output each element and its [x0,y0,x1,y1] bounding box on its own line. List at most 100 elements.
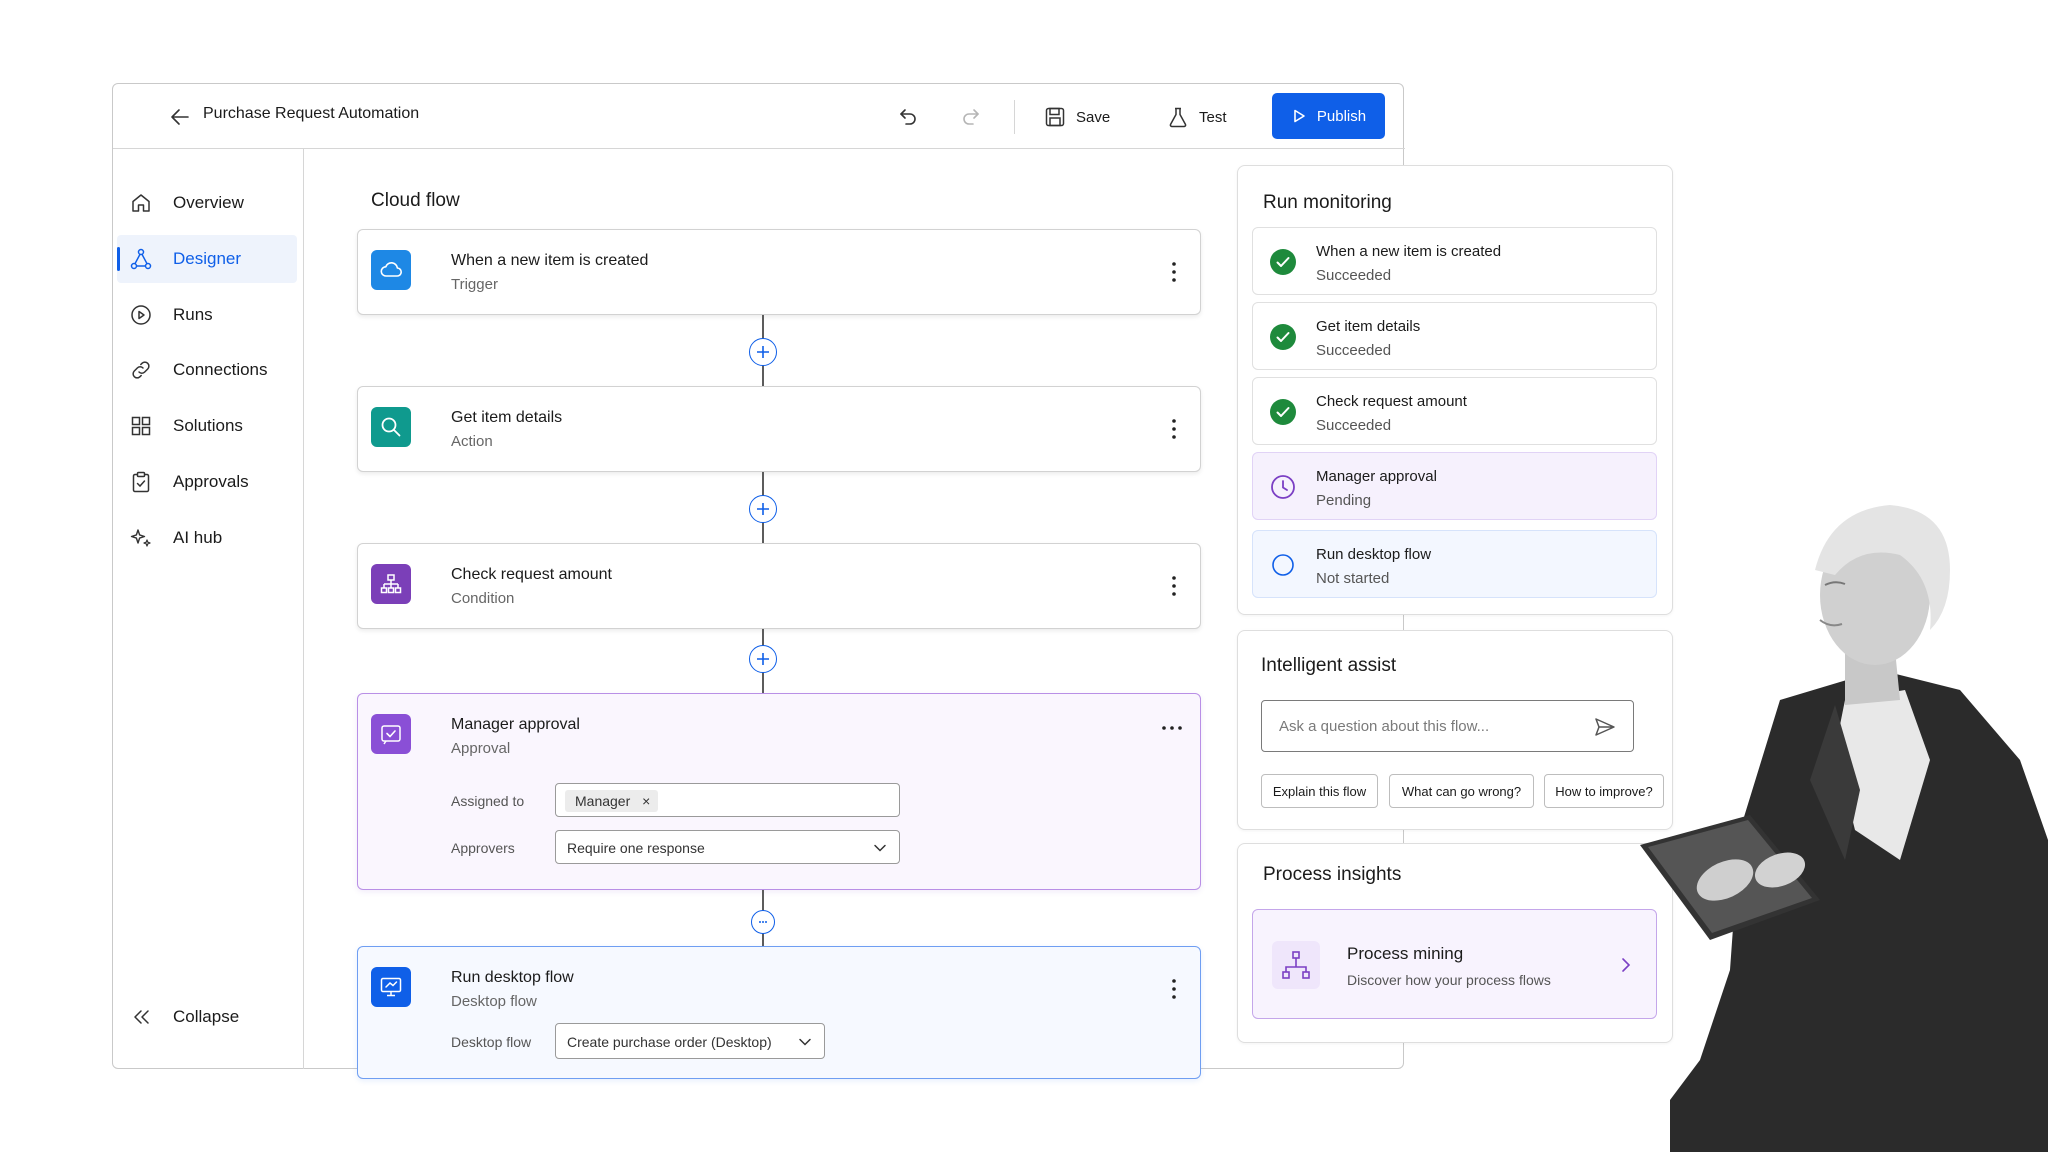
more-vertical-icon[interactable] [1170,417,1178,441]
toolbar-divider [1014,100,1015,134]
sidebar-item-label: Designer [173,249,242,268]
flow-step-desktop[interactable]: Run desktop flow Desktop flow Desktop fl… [357,946,1201,1079]
sidebar-item-ai-hub[interactable]: AI hub [117,514,297,562]
run-row-succeeded[interactable]: Get item details Succeeded [1252,302,1657,370]
undo-icon[interactable] [896,104,920,128]
sparkle-icon [129,526,153,550]
plus-icon [757,346,769,358]
approvers-select[interactable]: Require one response [555,830,900,864]
sidebar-item-label: Runs [173,305,213,324]
assignee-chip: Manager × [565,790,659,812]
run-step-status: Succeeded [1316,267,1392,284]
test-button[interactable]: Test [1167,102,1227,132]
publish-button[interactable]: Publish [1272,93,1385,139]
process-mining-icon [1272,941,1320,989]
approval-icon [371,714,411,754]
flask-icon [1167,106,1189,128]
suggestion-what-can-go-wrong-button[interactable]: What can go wrong? [1389,774,1534,808]
add-step-button[interactable] [749,495,777,523]
flow-step-approval[interactable]: Manager approval Approval Assigned to Ma… [357,693,1201,890]
more-vertical-icon[interactable] [1170,260,1178,284]
process-mining-card[interactable]: Process mining Discover how your process… [1252,909,1657,1019]
sidebar-item-designer[interactable]: Designer [117,235,297,283]
check-circle-icon [1270,249,1296,275]
sidebar-item-label: Approvals [173,472,249,491]
sidebar-item-label: Connections [173,360,268,379]
step-type: Action [451,433,493,450]
process-insights-heading: Process insights [1263,864,1402,885]
sidebar-item-solutions[interactable]: Solutions [117,402,297,450]
assigned-to-label: Assigned to [451,793,525,809]
empty-circle-icon [1270,552,1296,578]
more-vertical-icon[interactable] [1170,977,1178,1001]
test-label: Test [1199,108,1227,126]
desktop-flow-value: Create purchase order (Desktop) [567,1034,772,1050]
cloud-icon [371,250,411,290]
pending-connector-node[interactable] [751,910,775,934]
sidebar-item-label: Solutions [173,416,243,435]
remove-chip-icon[interactable]: × [642,790,650,812]
collapse-button[interactable]: Collapse [117,993,297,1041]
desktop-flow-icon [371,967,411,1007]
flow-step-condition[interactable]: Check request amount Condition [357,543,1201,629]
more-horizontal-icon[interactable] [1160,724,1184,732]
redo-icon[interactable] [959,104,983,128]
run-step-status: Succeeded [1316,342,1392,359]
ask-question-input[interactable]: Ask a question about this flow... [1261,700,1634,752]
sidebar-item-runs[interactable]: Runs [117,291,297,339]
sidebar-item-approvals[interactable]: Approvals [117,458,297,506]
step-type: Desktop flow [451,993,537,1010]
approvers-label: Approvers [451,840,515,856]
publish-label: Publish [1316,107,1367,125]
save-button[interactable]: Save [1044,102,1110,132]
more-vertical-icon[interactable] [1170,574,1178,598]
check-circle-icon [1270,324,1296,350]
plus-icon [757,503,769,515]
desktop-flow-select[interactable]: Create purchase order (Desktop) [555,1023,825,1059]
assigned-to-field[interactable]: Manager × [555,783,900,817]
flow-step-trigger[interactable]: When a new item is created Trigger [357,229,1201,315]
sidebar: Overview Designer Runs Connections Solut… [113,149,304,1069]
step-type: Approval [451,740,511,757]
back-arrow-icon[interactable] [169,106,191,128]
ask-question-placeholder: Ask a question about this flow... [1279,718,1490,735]
step-title: Check request amount [451,566,612,583]
run-monitoring-panel: Run monitoring When a new item is create… [1237,165,1673,615]
condition-icon [371,564,411,604]
save-icon [1044,106,1066,128]
suggestion-explain-button[interactable]: Explain this flow [1261,774,1378,808]
grid-icon [129,414,153,438]
run-row-succeeded[interactable]: When a new item is created Succeeded [1252,227,1657,295]
top-bar: Purchase Request Automation Save Test Pu… [113,84,1405,149]
step-type: Trigger [451,276,498,293]
play-icon [1291,108,1307,124]
sidebar-item-label: AI hub [173,528,223,547]
process-mining-title: Process mining [1347,944,1464,963]
search-icon [371,407,411,447]
send-icon[interactable] [1593,715,1617,739]
run-step-status: Not started [1316,570,1390,587]
clipboard-check-icon [129,470,153,494]
flow-icon [129,247,153,271]
check-circle-icon [1270,399,1296,425]
double-chevron-left-icon [129,1005,153,1029]
run-row-pending[interactable]: Manager approval Pending [1252,452,1657,520]
add-step-button[interactable] [749,338,777,366]
run-step-name: Run desktop flow [1316,546,1432,563]
sidebar-item-connections[interactable]: Connections [117,346,297,394]
sidebar-item-overview[interactable]: Overview [117,179,297,227]
run-monitoring-heading: Run monitoring [1263,192,1392,213]
intelligent-assist-panel: Intelligent assist Ask a question about … [1237,630,1673,830]
run-row-not-started[interactable]: Run desktop flow Not started [1252,530,1657,598]
step-title: Get item details [451,409,563,426]
run-step-name: Manager approval [1316,468,1437,485]
add-step-button[interactable] [749,645,777,673]
run-step-status: Pending [1316,492,1372,509]
step-title: Run desktop flow [451,969,574,986]
run-step-name: Get item details [1316,318,1421,335]
run-row-succeeded[interactable]: Check request amount Succeeded [1252,377,1657,445]
flow-step-action[interactable]: Get item details Action [357,386,1201,472]
run-step-name: When a new item is created [1316,243,1502,260]
sidebar-item-label: Overview [173,193,244,212]
clock-icon [1270,474,1296,500]
